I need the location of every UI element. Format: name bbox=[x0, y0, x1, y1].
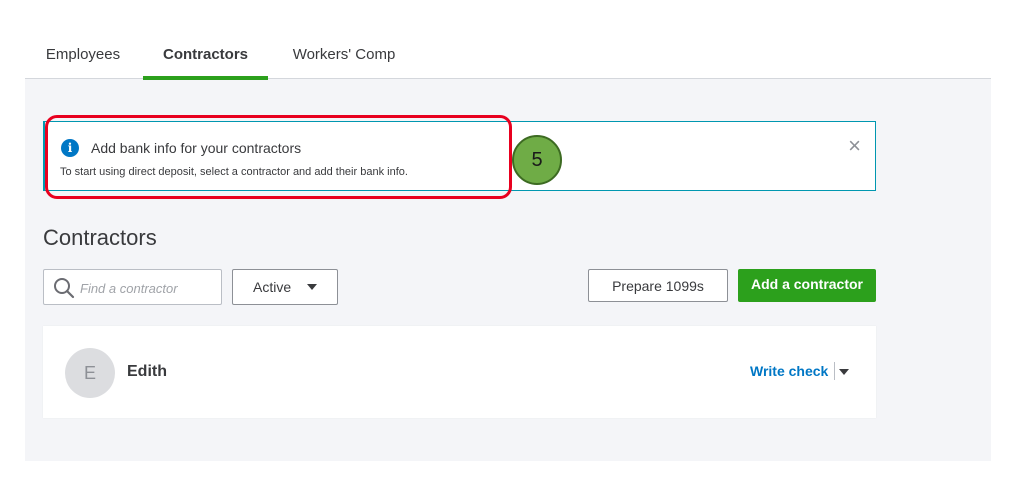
write-check-link[interactable]: Write check bbox=[750, 363, 828, 379]
prepare-1099s-button[interactable]: Prepare 1099s bbox=[588, 269, 728, 302]
status-filter-dropdown[interactable]: Active bbox=[232, 269, 338, 305]
app-window: Employees Contractors Workers' Comp i Ad… bbox=[25, 21, 991, 461]
annotation-step-number: 5 bbox=[512, 135, 562, 185]
chevron-down-icon[interactable] bbox=[839, 369, 849, 375]
search-input[interactable] bbox=[80, 278, 216, 298]
tab-workers-comp[interactable]: Workers' Comp bbox=[288, 21, 400, 79]
tab-bar: Employees Contractors Workers' Comp bbox=[25, 21, 991, 80]
status-filter-value: Active bbox=[253, 279, 292, 295]
close-icon[interactable]: × bbox=[848, 135, 861, 157]
contractor-list: E Edith Write check bbox=[43, 326, 876, 418]
search-icon bbox=[54, 278, 75, 299]
tab-contractors[interactable]: Contractors bbox=[143, 21, 268, 80]
action-divider bbox=[834, 362, 835, 380]
page-title: Contractors bbox=[43, 225, 157, 250]
chevron-down-icon bbox=[307, 284, 317, 290]
tab-employees[interactable]: Employees bbox=[43, 21, 123, 79]
add-contractor-button[interactable]: Add a contractor bbox=[738, 269, 876, 302]
annotation-highlight-box bbox=[45, 115, 512, 199]
avatar: E bbox=[65, 348, 115, 398]
contractor-name[interactable]: Edith bbox=[127, 363, 167, 381]
search-box bbox=[43, 269, 222, 305]
